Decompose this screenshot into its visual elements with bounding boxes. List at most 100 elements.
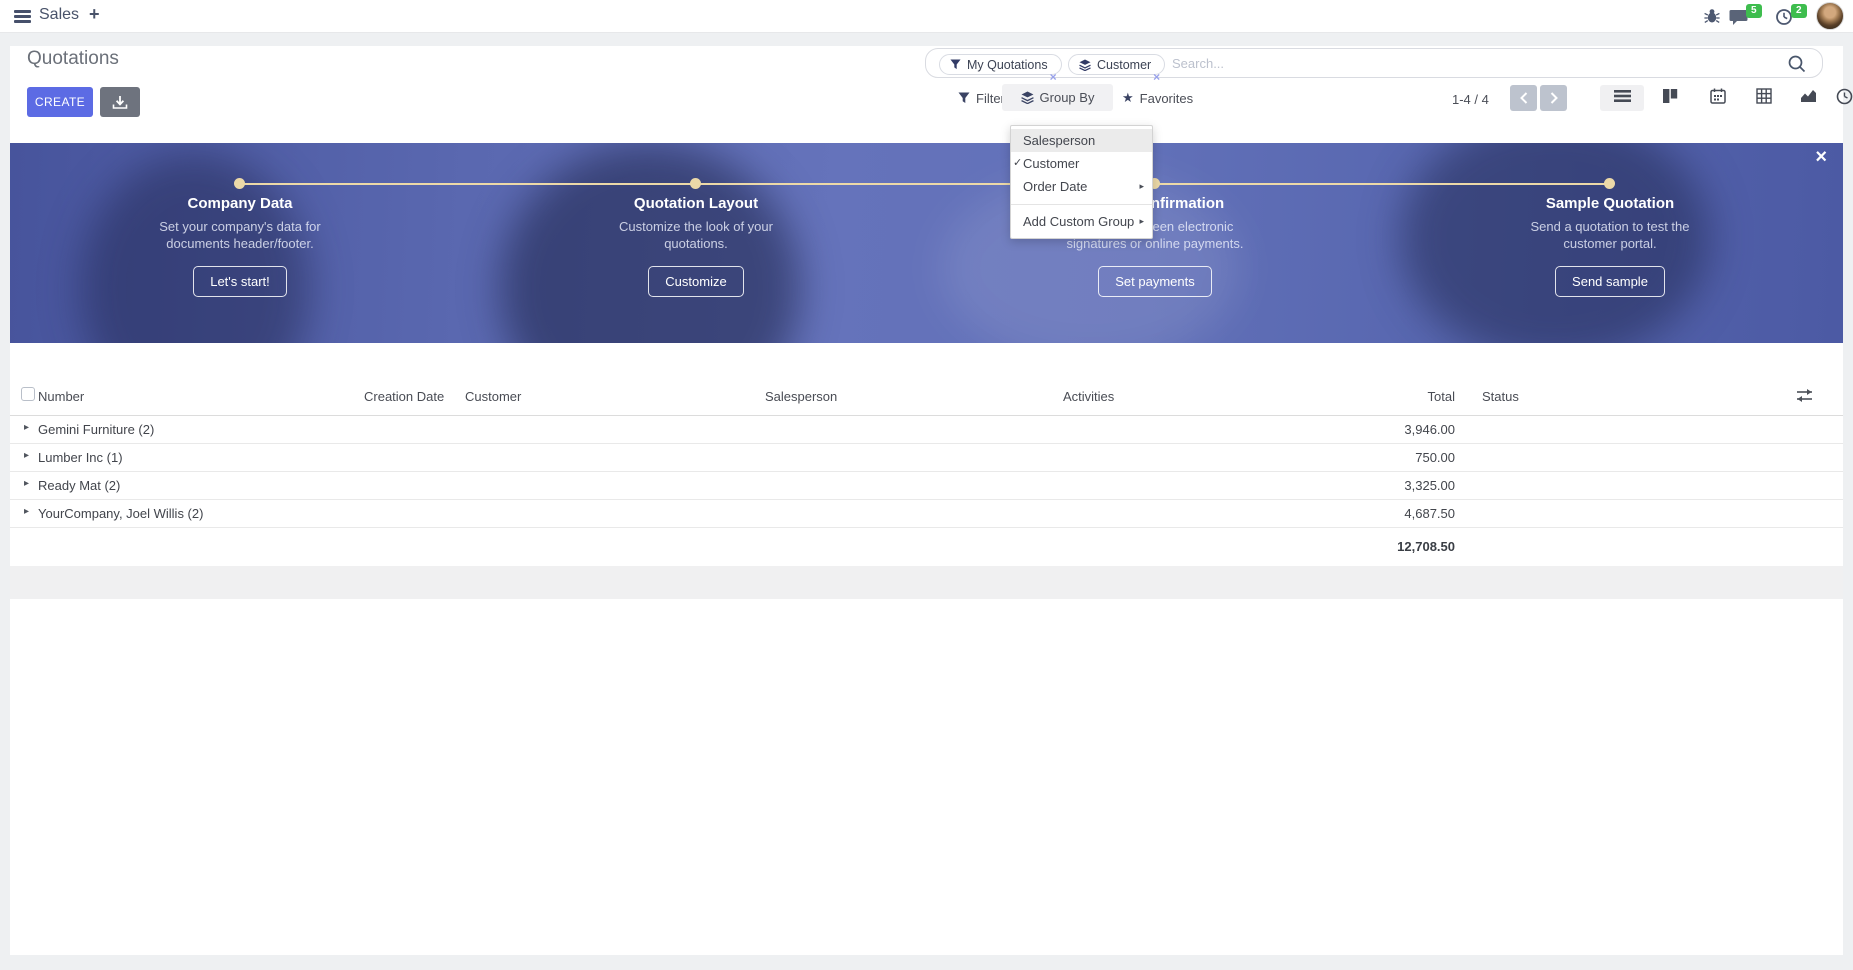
layers-icon [1021, 91, 1034, 104]
favorites-button[interactable]: ★ Favorites [1122, 89, 1193, 107]
customize-button[interactable]: Customize [648, 266, 743, 297]
timeline-dot [234, 178, 245, 189]
layers-icon [1079, 59, 1091, 71]
group-total: 4,687.50 [1330, 506, 1455, 521]
timeline-dot [690, 178, 701, 189]
check-icon: ✓ [1013, 152, 1022, 175]
filter-icon [958, 92, 970, 104]
facet-label: My Quotations [967, 58, 1048, 72]
search-icon[interactable] [1787, 54, 1807, 74]
onboarding-step-sample-quotation: Sample Quotation Send a quotation to tes… [1510, 195, 1710, 297]
expand-caret-icon[interactable]: ▸ [24, 478, 29, 489]
send-sample-button[interactable]: Send sample [1555, 266, 1665, 297]
grand-total: 12,708.50 [1330, 539, 1455, 554]
search-facet-my-quotations[interactable]: My Quotations × [939, 54, 1062, 75]
step-title: Sample Quotation [1510, 195, 1710, 212]
expand-caret-icon[interactable]: ▸ [24, 422, 29, 433]
onboarding-step-quotation-layout: Quotation Layout Customize the look of y… [596, 195, 796, 297]
pager-next-button[interactable] [1540, 85, 1567, 111]
star-icon: ★ [1122, 90, 1134, 106]
group-row-ready-mat[interactable]: ▸ Ready Mat (2) 3,325.00 [10, 472, 1843, 500]
facet-label: Customer [1097, 58, 1151, 72]
select-all-checkbox[interactable] [21, 387, 35, 401]
facet-remove-icon[interactable]: × [1153, 70, 1160, 84]
set-payments-button[interactable]: Set payments [1098, 266, 1212, 297]
app-name-sales[interactable]: Sales [39, 6, 79, 24]
lets-start-button[interactable]: Let's start! [193, 266, 287, 297]
submenu-caret-icon: ▸ [1139, 175, 1144, 198]
onboarding-banner: Company Data Set your company's data for… [10, 143, 1843, 343]
column-header-customer[interactable]: Customer [465, 389, 521, 404]
step-title: Company Data [140, 195, 340, 212]
chevron-left-icon [1520, 92, 1528, 104]
pager-previous-button[interactable] [1510, 85, 1537, 111]
list-view-icon[interactable] [1614, 88, 1632, 106]
facet-remove-icon[interactable]: × [1050, 70, 1057, 84]
group-row-lumber-inc[interactable]: ▸ Lumber Inc (1) 750.00 [10, 444, 1843, 472]
group-by-dropdown: Salesperson ✓ Customer Order Date ▸ Add … [1010, 125, 1153, 239]
group-name: Gemini Furniture (2) [38, 422, 154, 437]
messages-badge: 5 [1746, 4, 1762, 18]
timeline-dot [1604, 178, 1615, 189]
step-description: Send a quotation to test the customer po… [1510, 218, 1710, 252]
pivot-view-icon[interactable] [1756, 88, 1774, 106]
calendar-view-icon[interactable] [1710, 88, 1728, 106]
graph-view-icon[interactable] [1800, 88, 1818, 106]
column-header-total[interactable]: Total [1330, 389, 1455, 404]
search-input[interactable] [1172, 51, 1692, 75]
step-description: Customize the look of your quotations. [596, 218, 796, 252]
banner-close-icon[interactable]: × [1815, 146, 1827, 169]
menu-item-label: Customer [1023, 156, 1079, 171]
download-icon [112, 95, 128, 110]
apps-menu-icon[interactable] [14, 10, 31, 23]
create-button[interactable]: CREATE [27, 87, 93, 117]
optional-columns-icon[interactable] [1796, 388, 1813, 403]
user-avatar[interactable] [1816, 2, 1844, 30]
group-total: 3,946.00 [1330, 422, 1455, 437]
kanban-view-icon[interactable] [1662, 88, 1680, 106]
content-area: Quotations CREATE My Quotations × Custom… [10, 46, 1843, 955]
export-button[interactable] [100, 87, 140, 117]
menu-item-customer[interactable]: ✓ Customer [1011, 152, 1152, 175]
menu-separator [1011, 204, 1152, 205]
favorites-label: Favorites [1140, 91, 1193, 106]
table-footer-band [10, 566, 1843, 599]
menu-item-add-custom-group[interactable]: Add Custom Group ▸ [1011, 210, 1152, 233]
menu-item-salesperson[interactable]: Salesperson [1011, 129, 1152, 152]
group-name: Lumber Inc (1) [38, 450, 123, 465]
group-total: 3,325.00 [1330, 478, 1455, 493]
column-header-number[interactable]: Number [38, 389, 84, 404]
group-row-yourcompany-joel-willis[interactable]: ▸ YourCompany, Joel Willis (2) 4,687.50 [10, 500, 1843, 528]
group-by-button[interactable]: Group By [1002, 84, 1113, 111]
menu-item-label: Add Custom Group [1023, 214, 1134, 229]
search-facet-customer[interactable]: Customer × [1068, 54, 1165, 75]
menu-item-label: Order Date [1023, 179, 1087, 194]
new-tab-button[interactable]: + [89, 4, 100, 25]
chevron-right-icon [1550, 92, 1558, 104]
expand-caret-icon[interactable]: ▸ [24, 506, 29, 517]
onboarding-timeline [240, 183, 1610, 185]
table-footer-totals: 12,708.50 [10, 528, 1843, 566]
activity-view-icon[interactable] [1836, 88, 1853, 106]
filter-icon [950, 59, 961, 70]
pager-range: 1-4 / 4 [1452, 92, 1489, 107]
expand-caret-icon[interactable]: ▸ [24, 450, 29, 461]
column-header-activities[interactable]: Activities [1063, 389, 1114, 404]
top-navbar: Sales + 5 2 [0, 0, 1853, 33]
group-row-gemini-furniture[interactable]: ▸ Gemini Furniture (2) 3,946.00 [10, 416, 1843, 444]
step-title: Quotation Layout [596, 195, 796, 212]
column-header-status[interactable]: Status [1482, 389, 1519, 404]
activities-badge: 2 [1791, 4, 1807, 18]
menu-item-order-date[interactable]: Order Date ▸ [1011, 175, 1152, 198]
page-title: Quotations [27, 48, 119, 70]
submenu-caret-icon: ▸ [1139, 210, 1144, 233]
column-header-creation-date[interactable]: Creation Date [364, 389, 444, 404]
group-name: Ready Mat (2) [38, 478, 120, 493]
column-header-salesperson[interactable]: Salesperson [765, 389, 837, 404]
menu-item-label: Salesperson [1023, 133, 1095, 148]
debug-bug-icon[interactable] [1703, 7, 1721, 25]
group-name: YourCompany, Joel Willis (2) [38, 506, 203, 521]
step-description: Set your company's data for documents he… [140, 218, 340, 252]
onboarding-step-company-data: Company Data Set your company's data for… [140, 195, 340, 297]
group-total: 750.00 [1330, 450, 1455, 465]
